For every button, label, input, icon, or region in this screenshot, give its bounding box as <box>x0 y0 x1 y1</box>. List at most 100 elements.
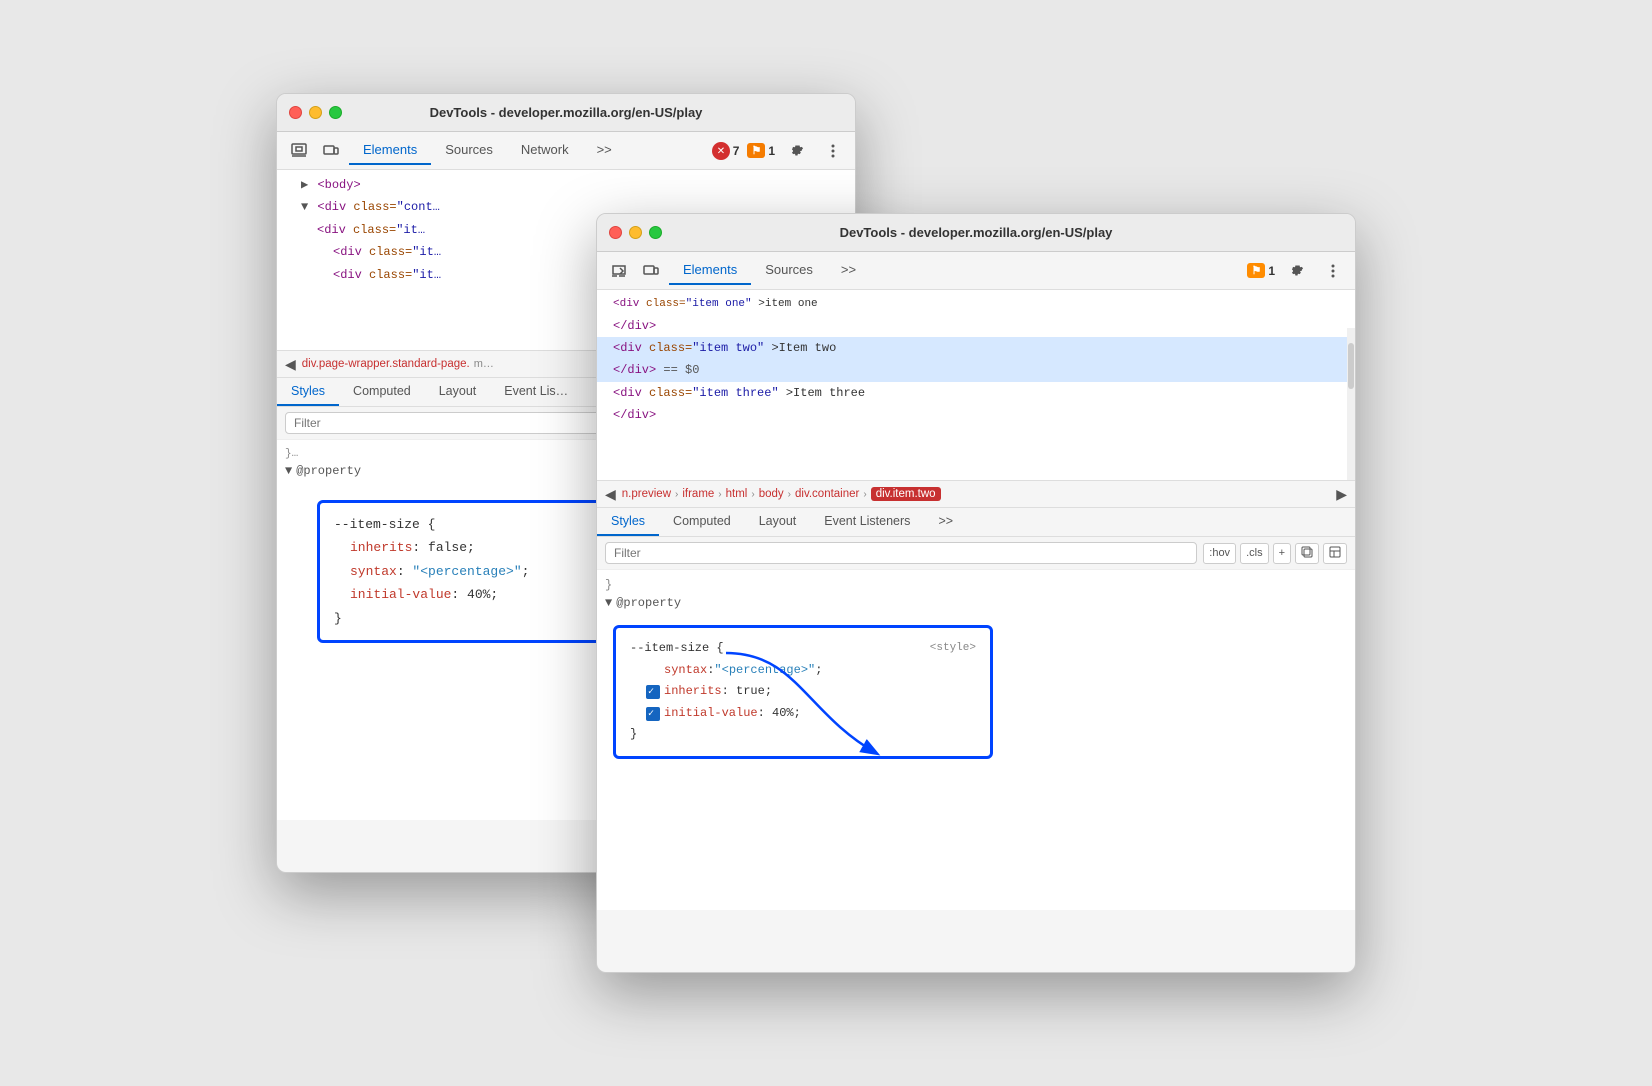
close-brace: } <box>605 578 1347 592</box>
css-block-label-2: --item-size { <box>630 638 724 660</box>
toolbar-right-2: ⚑ 1 <box>1247 257 1347 285</box>
css-line-initial-value: initial-value : 40%; <box>630 703 976 725</box>
style-tab-eventlis-1[interactable]: Event Lis… <box>490 378 582 406</box>
triangle-icon: ▶ <box>301 178 308 192</box>
tab-list-2: Elements Sources >> <box>669 256 1243 285</box>
html-line-selected[interactable]: <div class="item two" >Item two <box>597 337 1355 359</box>
filter-input-2[interactable] <box>605 542 1197 564</box>
style-tab-layout-2[interactable]: Layout <box>745 508 811 536</box>
add-rule-button[interactable]: + <box>1273 543 1291 564</box>
scrollbar-track <box>1347 328 1355 480</box>
cls-button[interactable]: .cls <box>1240 543 1269 564</box>
css-line: initial-value: 40%; <box>334 583 620 606</box>
style-tab-computed-1[interactable]: Computed <box>339 378 425 406</box>
style-tab-more-2[interactable]: >> <box>924 508 967 536</box>
minimize-button-2[interactable] <box>629 226 642 239</box>
tab-elements-2[interactable]: Elements <box>669 256 751 285</box>
breadcrumb-preview[interactable]: n.preview <box>622 488 671 500</box>
style-tab-styles-2[interactable]: Styles <box>597 508 659 536</box>
more-icon-1[interactable] <box>819 137 847 165</box>
title-bar-1: DevTools - developer.mozilla.org/en-US/p… <box>277 94 855 132</box>
tab-list-1: Elements Sources Network >> <box>349 136 708 165</box>
breadcrumb-iframe[interactable]: iframe <box>682 488 714 500</box>
maximize-button-1[interactable] <box>329 106 342 119</box>
inspector-icon[interactable] <box>285 137 313 165</box>
breadcrumb-item-two[interactable]: div.item.two <box>871 487 941 501</box>
styles-content-2: } ▼ @property --item-size { <style> synt… <box>597 570 1355 910</box>
toolbar-right-1: ✕ 7 ⚑ 1 <box>712 137 847 165</box>
maximize-button-2[interactable] <box>649 226 662 239</box>
breadcrumb-left-arrow[interactable]: ◀ <box>283 356 298 373</box>
warning-count-2: 1 <box>1268 264 1275 278</box>
breadcrumb-item[interactable]: div.page-wrapper.standard-page. <box>302 358 470 370</box>
tab-more-2[interactable]: >> <box>827 256 870 285</box>
triangle-small: ▼ <box>285 464 292 478</box>
settings-icon-2[interactable] <box>1283 257 1311 285</box>
highlight-box-1: --item-size { inherits: false; syntax: "… <box>317 500 637 643</box>
inspector-icon-2[interactable] <box>605 257 633 285</box>
css-line: syntax: "<percentage>"; <box>334 560 620 583</box>
devtools-btn[interactable] <box>1323 543 1347 564</box>
html-line: ▶ <body> <box>277 174 855 196</box>
property-rule-label-2: @property <box>616 596 681 610</box>
property-rule-label: @property <box>296 464 361 478</box>
property-rule-2: ▼ @property <box>605 596 1347 610</box>
breadcrumb-container[interactable]: div.container <box>795 488 859 500</box>
html-line-selected: </div> == $0 <box>597 359 1355 381</box>
warning-flag-2: ⚑ <box>1247 263 1265 278</box>
css-line-syntax: syntax : "<percentage>" ; <box>630 660 976 682</box>
html-line: <div class="item one" >item one <box>597 294 1355 315</box>
style-tab-computed-2[interactable]: Computed <box>659 508 745 536</box>
responsive-icon-2[interactable] <box>637 257 665 285</box>
css-close-2: } <box>630 724 976 746</box>
style-tab-styles-1[interactable]: Styles <box>277 378 339 406</box>
scene: DevTools - developer.mozilla.org/en-US/p… <box>276 93 1376 993</box>
css-block-header-2: --item-size { <style> <box>630 638 976 660</box>
html-line: </div> <box>597 315 1355 337</box>
breadcrumb-right-arrow-2[interactable]: ▶ <box>1334 486 1349 503</box>
tab-elements-1[interactable]: Elements <box>349 136 431 165</box>
breadcrumb-left-arrow-2[interactable]: ◀ <box>603 486 618 503</box>
css-close-1: } <box>334 607 620 630</box>
minimize-button-1[interactable] <box>309 106 322 119</box>
copy-button[interactable] <box>1295 543 1319 564</box>
close-button-2[interactable] <box>609 226 622 239</box>
css-block-label-1: --item-size { <box>334 513 620 536</box>
close-button-1[interactable] <box>289 106 302 119</box>
tab-network-1[interactable]: Network <box>507 136 583 165</box>
html-line: <div class="item three" >Item three <box>597 382 1355 404</box>
devtools-window-2: DevTools - developer.mozilla.org/en-US/p… <box>596 213 1356 973</box>
checkbox-initial-value[interactable] <box>646 707 660 721</box>
breadcrumb-body[interactable]: body <box>759 488 784 500</box>
style-tab-layout-1[interactable]: Layout <box>425 378 491 406</box>
filter-buttons: :hov .cls + <box>1203 543 1347 564</box>
tab-more-1[interactable]: >> <box>583 136 626 165</box>
window-title-2: DevTools - developer.mozilla.org/en-US/p… <box>840 225 1113 240</box>
triangle-icon: ▼ <box>301 200 308 214</box>
style-tab-eventlis-2[interactable]: Event Listeners <box>810 508 924 536</box>
hov-button[interactable]: :hov <box>1203 543 1236 564</box>
css-line-inherits: inherits : true; <box>630 681 976 703</box>
breadcrumb-html[interactable]: html <box>726 488 748 500</box>
tab-sources-1[interactable]: Sources <box>431 136 507 165</box>
traffic-lights-1 <box>289 106 342 119</box>
styles-tabs-2: Styles Computed Layout Event Listeners >… <box>597 508 1355 537</box>
window-title-1: DevTools - developer.mozilla.org/en-US/p… <box>430 105 703 120</box>
css-line: inherits: false; <box>334 536 620 559</box>
html-line: </div> <box>597 404 1355 426</box>
checkbox-inherits[interactable] <box>646 685 660 699</box>
devtools-toolbar-2: Elements Sources >> ⚑ 1 <box>597 252 1355 290</box>
tab-sources-2[interactable]: Sources <box>751 256 827 285</box>
traffic-lights-2 <box>609 226 662 239</box>
breadcrumb-ellipsis: m… <box>474 358 494 370</box>
more-icon-2[interactable] <box>1319 257 1347 285</box>
css-source-2: <style> <box>930 639 976 659</box>
title-bar-2: DevTools - developer.mozilla.org/en-US/p… <box>597 214 1355 252</box>
breadcrumb-2: ◀ n.preview › iframe › html › body › div… <box>597 480 1355 508</box>
svg-text:✕: ✕ <box>717 146 725 156</box>
settings-icon-1[interactable] <box>783 137 811 165</box>
responsive-icon[interactable] <box>317 137 345 165</box>
devtools-toolbar-1: Elements Sources Network >> ✕ 7 ⚑ 1 <box>277 132 855 170</box>
warning-icon-1: ⚑ <box>747 143 765 158</box>
scrollbar-thumb[interactable] <box>1348 343 1354 389</box>
